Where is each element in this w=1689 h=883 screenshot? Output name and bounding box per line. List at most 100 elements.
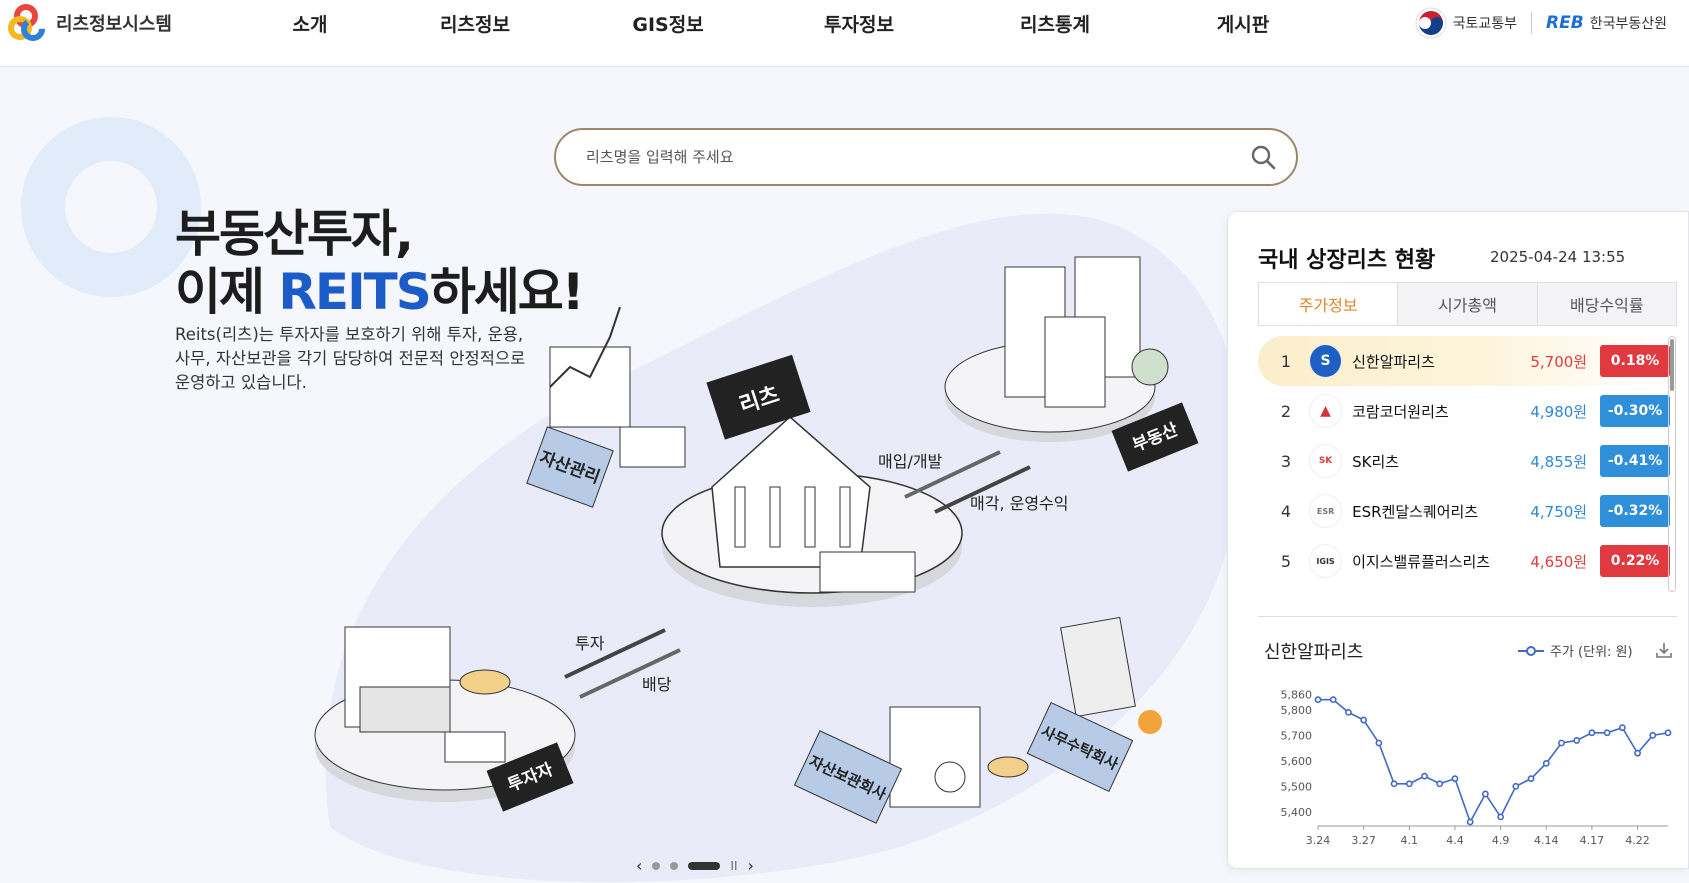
invest-label: 투자 [575,634,605,653]
reit-change-badge: -0.41% [1600,445,1670,477]
partner-molit-label: 국토교통부 [1452,16,1518,32]
reit-name: SK리츠 [1352,452,1400,471]
list-item[interactable]: 3 SK SK리츠 4,855원 -0.41% [1258,436,1670,486]
price-point [1588,729,1596,737]
header: 리츠정보시스템 소개 리츠정보 GIS정보 투자정보 리츠통계 게시판 국토교통… [0,0,1689,67]
nav-item-gis[interactable]: GIS정보 [580,10,756,37]
price-point [1481,790,1489,798]
hero-title-post: 하세요! [429,263,585,321]
rank-number: 2 [1280,401,1292,421]
rank-number: 3 [1280,451,1292,471]
dividend-label: 배당 [642,675,672,694]
y-tick-label: 5,600 [1281,755,1313,768]
reit-change-badge: 0.22% [1600,545,1670,577]
list-scrollbar[interactable] [1668,336,1676,592]
slider-dot-active[interactable] [688,861,721,870]
price-point [1542,759,1550,767]
partner-links: 국토교통부 REB 한국부동산원 [1415,6,1667,40]
x-tick-label: 3.24 [1306,834,1331,847]
price-point [1466,818,1474,826]
decor-ring [21,117,201,297]
scrollbar-thumb[interactable] [1670,339,1674,391]
slider-next-button[interactable]: › [747,856,753,875]
reit-name: ESR켄달스퀘어리츠 [1352,502,1479,521]
hero-title-pre: 이제 [175,263,279,321]
igis-logo-icon: IGIS [1309,544,1343,578]
reits-search-input[interactable] [586,144,1186,170]
site-logo[interactable]: 리츠정보시스템 [6,2,172,44]
shinhan-logo-icon: S [1309,344,1343,378]
price-series-line [1318,698,1669,824]
slider-pause-button[interactable]: II [730,859,737,873]
price-point [1345,708,1352,716]
hero-description: Reits(리츠)는 투자자를 보호하기 위해 투자, 운용, 사무, 자산보관… [175,325,526,392]
price-point [1375,739,1383,747]
slider-dot-2[interactable] [670,861,679,870]
site-name: 리츠정보시스템 [56,14,172,35]
price-point [1618,724,1626,732]
tab-stock-price[interactable]: 주가정보 [1259,283,1398,325]
price-point [1405,780,1413,788]
x-tick-label: 4.4 [1446,834,1464,847]
reit-price: 4,980원 [1530,402,1588,421]
price-point [1512,782,1520,790]
partner-reb-label: 한국부동산원 [1589,16,1667,32]
reit-price: 4,650원 [1530,552,1588,571]
nav-item-intro[interactable]: 소개 [250,10,370,37]
price-point [1390,780,1398,788]
taegeuk-icon [1415,7,1447,39]
download-icon[interactable] [1654,640,1674,660]
y-tick-label: 5,700 [1281,729,1313,742]
reits-ranking-list: 1 S 신한알파리츠 5,700원 0.18% 2 ▲ 코람코더원리츠 4,98… [1258,336,1670,596]
hero-slider-controls: ‹ II › [636,856,754,875]
price-point [1664,729,1672,737]
esr-logo-icon: ESR [1309,494,1343,528]
x-tick-label: 4.9 [1492,834,1510,847]
partner-reb[interactable]: REB 한국부동산원 [1546,13,1667,33]
list-item[interactable]: 5 IGIS 이지스밸류플러스리츠 4,650원 0.22% [1258,536,1670,586]
listed-reits-panel: 국내 상장리츠 현황 2025-04-24 13:55 주가정보 시가총액 배당… [1227,211,1689,869]
price-line-chart: 5,860 5,800 5,700 5,600 5,500 5,400 3.24 3.27 4.… [1281,689,1672,847]
reit-name: 신한알파리츠 [1352,352,1435,371]
panel-title: 국내 상장리츠 현황 [1258,248,1436,273]
x-tick-label: 3.27 [1351,834,1376,847]
tab-market-cap[interactable]: 시가총액 [1397,283,1537,325]
price-point [1436,780,1444,788]
partner-molit[interactable]: 국토교통부 [1415,7,1517,39]
price-point [1634,749,1641,757]
list-item[interactable]: 4 ESR ESR켄달스퀘어리츠 4,750원 -0.32% [1258,486,1670,536]
price-point [1497,813,1505,821]
reit-name: 코람코더원리츠 [1352,402,1449,421]
reit-price: 5,700원 [1530,352,1588,371]
price-point [1649,731,1657,739]
search-icon [1251,145,1276,170]
nav-item-statistics[interactable]: 리츠통계 [962,10,1148,37]
price-point [1558,739,1565,747]
legend-line-icon [1518,645,1544,656]
list-item[interactable]: 1 S 신한알파리츠 5,700원 0.18% [1258,336,1670,386]
reit-name: 이지스밸류플러스리츠 [1352,552,1491,571]
nav-item-investment[interactable]: 투자정보 [756,10,962,37]
search-button[interactable] [1244,138,1282,176]
legend-label: 주가 (단위: 원) [1550,645,1633,660]
koramco-logo-icon: ▲ [1309,394,1343,428]
reit-change-badge: -0.30% [1600,395,1670,427]
price-point [1451,775,1459,783]
y-tick-label: 5,800 [1281,704,1313,717]
chart-title: 신한알파리츠 [1264,642,1364,663]
panel-tabs: 주가정보 시가총액 배당수익률 [1258,282,1677,326]
hero-title-accent: REITS [278,263,431,321]
main-nav: 소개 리츠정보 GIS정보 투자정보 리츠통계 게시판 [250,0,1338,46]
nav-item-reits-info[interactable]: 리츠정보 [370,10,580,37]
price-point [1573,737,1581,744]
x-tick-label: 4.1 [1401,834,1419,847]
list-item[interactable]: 2 ▲ 코람코더원리츠 4,980원 -0.30% [1258,386,1670,436]
rank-number: 5 [1280,551,1292,571]
tab-dividend-yield[interactable]: 배당수익률 [1536,283,1676,325]
nav-item-board[interactable]: 게시판 [1148,10,1338,37]
y-tick-label: 5,400 [1281,806,1313,819]
slider-dot-1[interactable] [652,861,661,870]
hero-title: 부동산투자, 이제 REITS하세요! [175,205,585,321]
price-point [1360,716,1368,724]
slider-prev-button[interactable]: ‹ [636,856,642,875]
